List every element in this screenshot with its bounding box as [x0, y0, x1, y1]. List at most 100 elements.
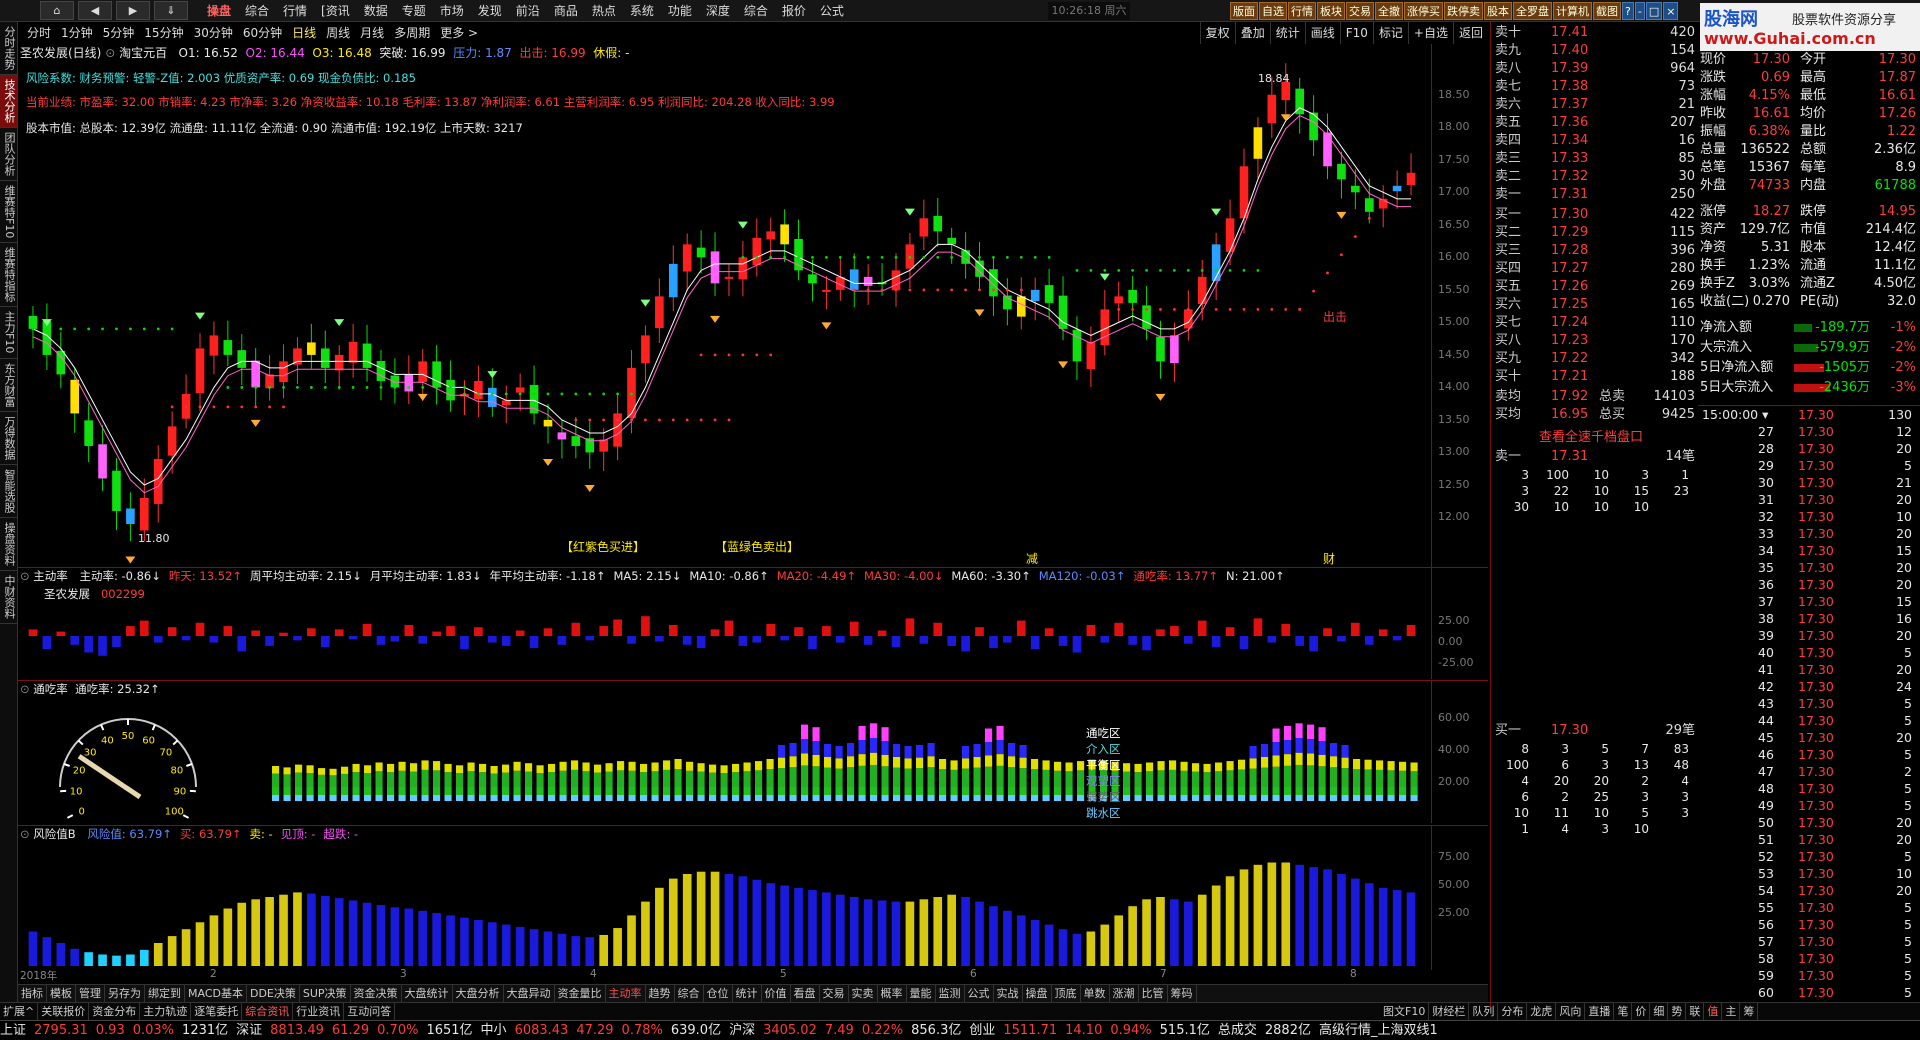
- home-icon[interactable]: ⌂: [40, 1, 74, 20]
- indicator-tab[interactable]: DDE决策: [247, 985, 300, 1002]
- index-name[interactable]: 深证: [236, 1023, 262, 1038]
- indicator-tab[interactable]: 比管: [1139, 985, 1168, 1002]
- chart-tool[interactable]: 复权: [1200, 22, 1235, 44]
- tool-button[interactable]: 自选: [1259, 2, 1287, 20]
- indicator-tab[interactable]: 主动率: [606, 985, 646, 1002]
- period-tab[interactable]: 1分钟: [56, 22, 98, 44]
- indicator-tab[interactable]: 大盘分析: [453, 985, 504, 1002]
- extension-tab[interactable]: 关联报价: [38, 1003, 89, 1020]
- collapse-icon[interactable]: ⇓: [154, 1, 188, 20]
- menu-item[interactable]: 功能: [661, 0, 699, 22]
- side-tab[interactable]: 图文F10: [1380, 1003, 1429, 1020]
- extension-tab[interactable]: 互动问答: [344, 1003, 395, 1020]
- zhudong-chart[interactable]: [18, 568, 1431, 680]
- indicator-tab[interactable]: 实战: [994, 985, 1023, 1002]
- tool-button[interactable]: 全罗盘: [1513, 2, 1552, 20]
- period-tab[interactable]: 15分钟: [139, 22, 188, 44]
- menu-item[interactable]: 数据: [357, 0, 395, 22]
- left-tab[interactable]: 团队分析: [0, 128, 18, 181]
- period-tab[interactable]: 多周期: [389, 22, 435, 44]
- index-name[interactable]: 上证: [0, 1023, 26, 1038]
- indicator-tab[interactable]: 另存为: [105, 985, 145, 1002]
- tool-button[interactable]: 涨停买: [1404, 2, 1443, 20]
- extension-tab[interactable]: 逐笔委托: [191, 1003, 242, 1020]
- side-tab[interactable]: 筹: [1740, 1003, 1758, 1020]
- left-tab[interactable]: 操盘资料: [0, 518, 18, 571]
- risk-panel[interactable]: ⊙ 风险值B 风险值: 63.79↑买: 63.79↑卖: -见顶: -超跌: …: [18, 825, 1488, 970]
- indicator-tab[interactable]: 资金量比: [555, 985, 606, 1002]
- menu-item[interactable]: 报价: [775, 0, 813, 22]
- tool-button[interactable]: ?: [1622, 2, 1634, 20]
- tool-button[interactable]: 截图: [1593, 2, 1621, 20]
- menu-item[interactable]: 专题: [395, 0, 433, 22]
- candlestick-chart[interactable]: [18, 44, 1431, 569]
- indicator-tab[interactable]: 实卖: [849, 985, 878, 1002]
- left-tab[interactable]: 智能选股: [0, 465, 18, 518]
- period-tab[interactable]: 分时: [22, 22, 56, 44]
- indicator-tab[interactable]: 量能: [907, 985, 936, 1002]
- tool-button[interactable]: 全撤: [1375, 2, 1403, 20]
- tool-button[interactable]: 版面: [1230, 2, 1258, 20]
- zhudong-panel[interactable]: ⊙ 主动率 主动率: -0.86↓昨天: 13.52↑周平均主动率: 2.15↓…: [18, 567, 1488, 679]
- indicator-tab[interactable]: 大盘异动: [504, 985, 555, 1002]
- left-tab[interactable]: 中财资料: [0, 571, 18, 624]
- indicator-tab[interactable]: 综合: [675, 985, 704, 1002]
- tool-button[interactable]: 股本: [1484, 2, 1512, 20]
- period-tab[interactable]: 30分钟: [189, 22, 238, 44]
- full-depth-link[interactable]: 查看全速千档盘口: [1539, 426, 1643, 445]
- index-name[interactable]: 中小: [481, 1023, 507, 1038]
- indicator-tab[interactable]: 指标: [18, 985, 47, 1002]
- indicator-tab[interactable]: 操盘: [1023, 985, 1052, 1002]
- tool-button[interactable]: 计算机: [1553, 2, 1592, 20]
- period-tab[interactable]: 月线: [355, 22, 389, 44]
- tool-button[interactable]: □: [1646, 2, 1662, 20]
- menu-item[interactable]: 公式: [813, 0, 851, 22]
- side-tab[interactable]: 值: [1704, 1003, 1722, 1020]
- tick-time[interactable]: 15:00:00 ▾: [1702, 406, 1768, 423]
- forward-icon[interactable]: ▶: [116, 1, 150, 20]
- indicator-tab[interactable]: SUP决策: [300, 985, 351, 1002]
- indicator-tab[interactable]: 看盘: [791, 985, 820, 1002]
- indicator-tab[interactable]: 价值: [762, 985, 791, 1002]
- risk-chart[interactable]: [18, 826, 1431, 971]
- left-tab[interactable]: 东方财富: [0, 359, 18, 412]
- period-tab[interactable]: 周线: [321, 22, 355, 44]
- chart-tool[interactable]: +自选: [1408, 22, 1453, 44]
- indicator-tab[interactable]: 资金决策: [351, 985, 402, 1002]
- menu-item[interactable]: 行情: [276, 0, 314, 22]
- indicator-tab[interactable]: 顶底: [1052, 985, 1081, 1002]
- chart-tool[interactable]: 叠加: [1235, 22, 1270, 44]
- indicator-tab[interactable]: 概率: [878, 985, 907, 1002]
- tool-button[interactable]: 跌停卖: [1444, 2, 1483, 20]
- side-tab[interactable]: 主: [1722, 1003, 1740, 1020]
- left-tab[interactable]: 维赛特F10: [0, 181, 18, 243]
- indicator-tab[interactable]: 模板: [47, 985, 76, 1002]
- tick-list[interactable]: 15:00:00 ▾17.301302717.30122817.30202917…: [1698, 405, 1920, 1005]
- menu-item[interactable]: 商品: [547, 0, 585, 22]
- menu-item[interactable]: 前沿: [509, 0, 547, 22]
- chart-tool[interactable]: 标记: [1373, 22, 1408, 44]
- menu-item[interactable]: 市场: [433, 0, 471, 22]
- left-tab[interactable]: 分时走势: [0, 22, 18, 75]
- extension-tab[interactable]: 资金分布: [89, 1003, 140, 1020]
- tool-button[interactable]: 行情: [1288, 2, 1316, 20]
- chart-tool[interactable]: 返回: [1453, 22, 1488, 44]
- left-tab[interactable]: 主力F10: [0, 307, 18, 358]
- indicator-tab[interactable]: 交易: [820, 985, 849, 1002]
- indicator-tab[interactable]: 筹码: [1168, 985, 1197, 1002]
- extension-tab[interactable]: 扩展^: [0, 1003, 38, 1020]
- period-tab[interactable]: 日线: [287, 22, 321, 44]
- tongchi-panel[interactable]: ⊙ 通吃率 通吃率: 25.32↑ 0102030405060708090100…: [18, 680, 1488, 823]
- candlestick-panel[interactable]: 圣农发展(日线) ⊙ 淘宝元百 O1: 16.52 O2: 16.44 O3: …: [18, 44, 1488, 569]
- tool-button[interactable]: ×: [1663, 2, 1678, 20]
- indicator-tab[interactable]: 单数: [1081, 985, 1110, 1002]
- indicator-tab[interactable]: 统计: [733, 985, 762, 1002]
- side-tab[interactable]: 财经栏: [1429, 1003, 1469, 1020]
- indicator-tab[interactable]: 趋势: [646, 985, 675, 1002]
- extension-tab[interactable]: 行业资讯: [293, 1003, 344, 1020]
- back-icon[interactable]: ◀: [78, 1, 112, 20]
- menu-item[interactable]: 综合: [238, 0, 276, 22]
- menu-item[interactable]: 深度: [699, 0, 737, 22]
- period-tab[interactable]: 60分钟: [238, 22, 287, 44]
- menu-item[interactable]: 系统: [623, 0, 661, 22]
